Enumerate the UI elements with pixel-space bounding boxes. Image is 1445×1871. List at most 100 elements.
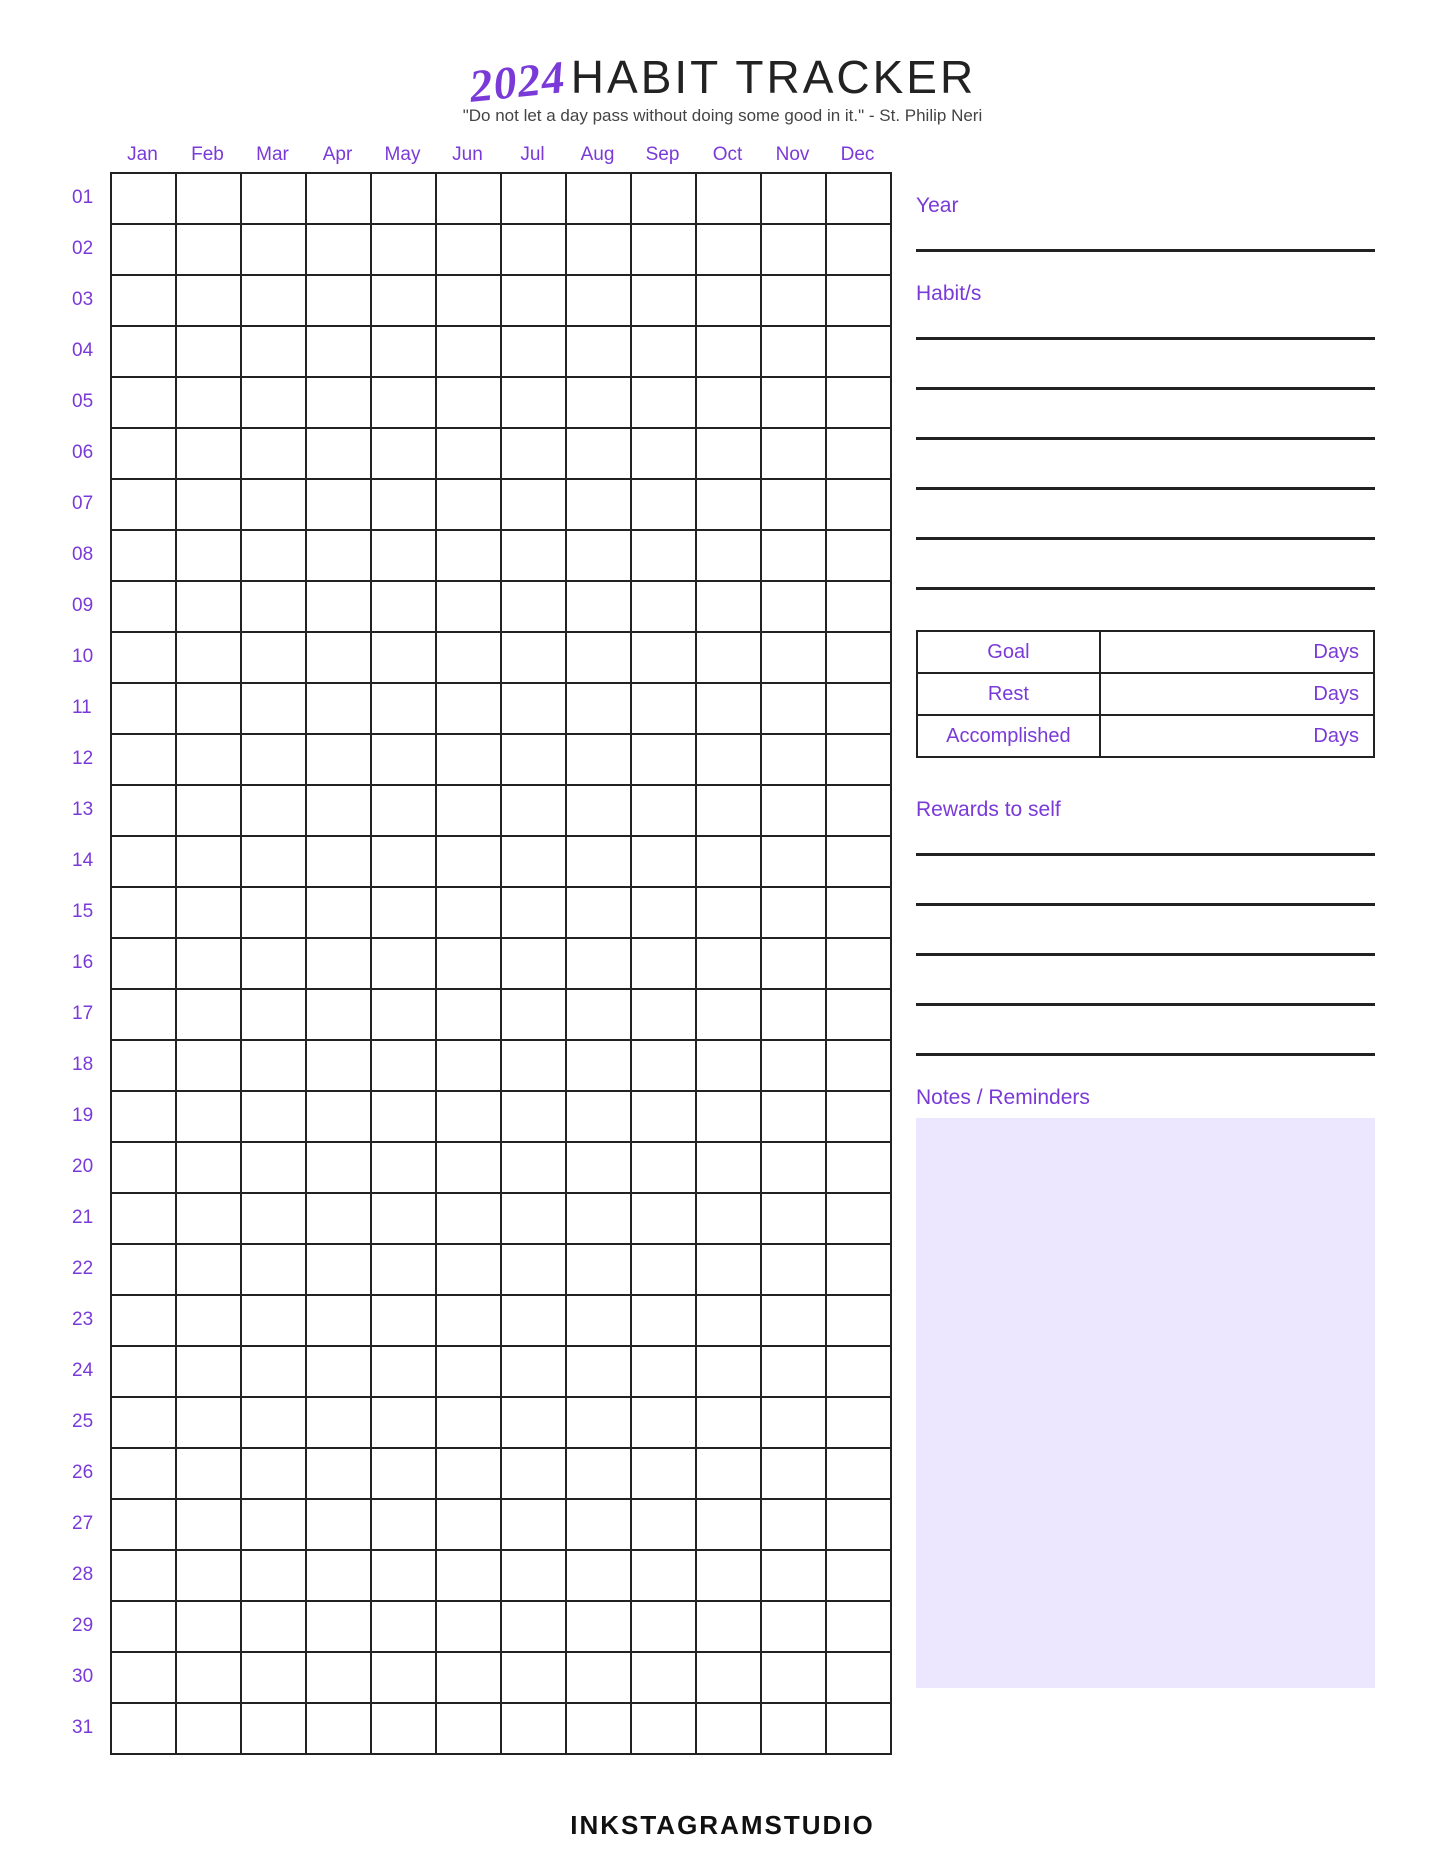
tracker-cell[interactable]: [696, 1295, 761, 1346]
tracker-cell[interactable]: [826, 377, 891, 428]
tracker-cell[interactable]: [826, 734, 891, 785]
tracker-cell[interactable]: [631, 836, 696, 887]
tracker-cell[interactable]: [241, 173, 306, 224]
tracker-cell[interactable]: [111, 1499, 176, 1550]
tracker-cell[interactable]: [696, 1244, 761, 1295]
habit-line-6[interactable]: [916, 560, 1375, 590]
tracker-cell[interactable]: [436, 428, 501, 479]
tracker-cell[interactable]: [241, 224, 306, 275]
tracker-cell[interactable]: [826, 1142, 891, 1193]
tracker-cell[interactable]: [566, 173, 631, 224]
tracker-cell[interactable]: [306, 989, 371, 1040]
tracker-cell[interactable]: [566, 1193, 631, 1244]
tracker-cell[interactable]: [761, 1448, 826, 1499]
tracker-cell[interactable]: [436, 785, 501, 836]
tracker-cell[interactable]: [176, 989, 241, 1040]
tracker-cell[interactable]: [176, 1295, 241, 1346]
tracker-cell[interactable]: [371, 275, 436, 326]
tracker-cell[interactable]: [501, 581, 566, 632]
tracker-cell[interactable]: [761, 479, 826, 530]
tracker-cell[interactable]: [566, 377, 631, 428]
tracker-cell[interactable]: [306, 1703, 371, 1754]
tracker-cell[interactable]: [306, 938, 371, 989]
tracker-cell[interactable]: [696, 785, 761, 836]
tracker-cell[interactable]: [371, 581, 436, 632]
tracker-cell[interactable]: [306, 1550, 371, 1601]
tracker-cell[interactable]: [696, 1091, 761, 1142]
tracker-cell[interactable]: [826, 428, 891, 479]
tracker-cell[interactable]: [241, 1499, 306, 1550]
tracker-cell[interactable]: [631, 1244, 696, 1295]
tracker-cell[interactable]: [176, 632, 241, 683]
tracker-cell[interactable]: [566, 683, 631, 734]
tracker-cell[interactable]: [566, 1397, 631, 1448]
tracker-cell[interactable]: [501, 1652, 566, 1703]
tracker-cell[interactable]: [111, 275, 176, 326]
tracker-cell[interactable]: [826, 1703, 891, 1754]
tracker-cell[interactable]: [371, 734, 436, 785]
tracker-cell[interactable]: [826, 1397, 891, 1448]
tracker-cell[interactable]: [371, 785, 436, 836]
tracker-cell[interactable]: [371, 1703, 436, 1754]
tracker-cell[interactable]: [501, 1244, 566, 1295]
tracker-cell[interactable]: [176, 734, 241, 785]
tracker-cell[interactable]: [436, 1601, 501, 1652]
tracker-cell[interactable]: [631, 1448, 696, 1499]
tracker-cell[interactable]: [631, 734, 696, 785]
tracker-cell[interactable]: [306, 275, 371, 326]
tracker-cell[interactable]: [241, 479, 306, 530]
reward-line-5[interactable]: [916, 1026, 1375, 1056]
tracker-cell[interactable]: [696, 632, 761, 683]
tracker-cell[interactable]: [111, 1703, 176, 1754]
tracker-cell[interactable]: [306, 1193, 371, 1244]
tracker-cell[interactable]: [761, 785, 826, 836]
tracker-cell[interactable]: [111, 326, 176, 377]
tracker-cell[interactable]: [566, 1601, 631, 1652]
tracker-cell[interactable]: [826, 1193, 891, 1244]
tracker-cell[interactable]: [761, 1193, 826, 1244]
tracker-cell[interactable]: [631, 785, 696, 836]
tracker-cell[interactable]: [696, 173, 761, 224]
tracker-cell[interactable]: [241, 275, 306, 326]
tracker-cell[interactable]: [566, 1346, 631, 1397]
tracker-cell[interactable]: [111, 785, 176, 836]
tracker-cell[interactable]: [826, 887, 891, 938]
tracker-cell[interactable]: [696, 1142, 761, 1193]
tracker-cell[interactable]: [241, 1448, 306, 1499]
tracker-cell[interactable]: [111, 734, 176, 785]
tracker-cell[interactable]: [696, 1550, 761, 1601]
tracker-cell[interactable]: [111, 1601, 176, 1652]
goal-value[interactable]: Days: [1100, 631, 1374, 673]
tracker-cell[interactable]: [306, 224, 371, 275]
tracker-cell[interactable]: [501, 1142, 566, 1193]
tracker-cell[interactable]: [176, 683, 241, 734]
tracker-cell[interactable]: [696, 1040, 761, 1091]
tracker-cell[interactable]: [631, 938, 696, 989]
tracker-cell[interactable]: [371, 1091, 436, 1142]
tracker-cell[interactable]: [501, 1397, 566, 1448]
tracker-cell[interactable]: [761, 887, 826, 938]
tracker-cell[interactable]: [306, 1397, 371, 1448]
tracker-cell[interactable]: [306, 1040, 371, 1091]
tracker-cell[interactable]: [176, 479, 241, 530]
tracker-cell[interactable]: [111, 938, 176, 989]
tracker-cell[interactable]: [111, 173, 176, 224]
tracker-cell[interactable]: [631, 1346, 696, 1397]
tracker-cell[interactable]: [826, 1550, 891, 1601]
tracker-cell[interactable]: [306, 479, 371, 530]
tracker-cell[interactable]: [631, 428, 696, 479]
tracker-cell[interactable]: [826, 1346, 891, 1397]
tracker-cell[interactable]: [241, 1703, 306, 1754]
tracker-cell[interactable]: [176, 326, 241, 377]
tracker-cell[interactable]: [761, 1703, 826, 1754]
tracker-cell[interactable]: [176, 428, 241, 479]
tracker-cell[interactable]: [501, 1499, 566, 1550]
tracker-cell[interactable]: [371, 224, 436, 275]
tracker-cell[interactable]: [566, 428, 631, 479]
tracker-cell[interactable]: [566, 1499, 631, 1550]
tracker-cell[interactable]: [241, 1397, 306, 1448]
tracker-cell[interactable]: [696, 938, 761, 989]
tracker-cell[interactable]: [111, 1652, 176, 1703]
tracker-cell[interactable]: [566, 632, 631, 683]
tracker-cell[interactable]: [371, 377, 436, 428]
